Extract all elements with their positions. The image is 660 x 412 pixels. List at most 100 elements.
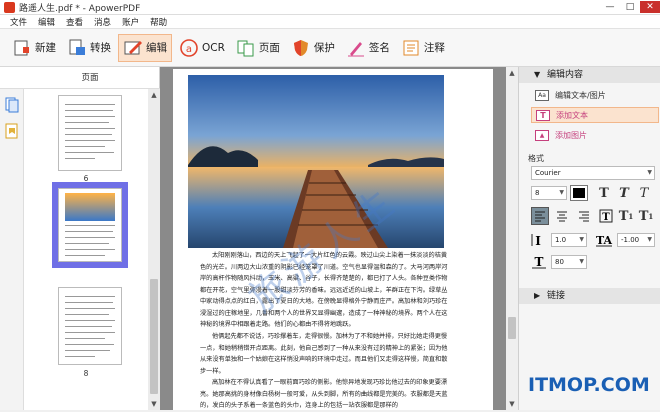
link-section[interactable]: ▶ 链接 [519, 288, 660, 304]
ocr-label: OCR [202, 41, 225, 54]
scrollbar-thumb[interactable] [150, 279, 158, 394]
char-spacing-icon: TA [596, 234, 613, 247]
signature-label: 签名 [368, 42, 390, 54]
subscript-button[interactable]: T1 [637, 207, 655, 225]
horizontal-scale-icon: T [532, 255, 546, 269]
menu-account[interactable]: 账户 [122, 16, 139, 28]
document-scrollbar[interactable]: ▲ ▼ [506, 67, 518, 410]
thumbnail-scrollbar[interactable]: ▲ ▼ [148, 89, 160, 410]
align-left-icon [535, 211, 545, 222]
font-family-select[interactable]: Courier ▼ [531, 166, 655, 180]
new-doc-icon [14, 40, 29, 55]
thumbnail-list: 6 7 8 [24, 89, 148, 410]
text-image-icon: Aa [535, 89, 549, 101]
menu-help[interactable]: 帮助 [150, 16, 167, 28]
edit-label: 编辑 [146, 42, 167, 54]
add-image-item[interactable]: ▲ 添加图片 [531, 127, 659, 143]
comment-button[interactable]: 注释 [397, 34, 449, 62]
edit-content-section[interactable]: ▼ 编辑内容 [519, 67, 660, 83]
menu-bar: 文件 编辑 查看 消息 账户 帮助 [0, 15, 660, 29]
menu-file[interactable]: 文件 [10, 16, 27, 28]
add-text-icon: T [536, 109, 550, 121]
thumbnail-number: 8 [83, 369, 89, 378]
add-text-item[interactable]: T 添加文本 [531, 107, 659, 123]
char-spacing-select[interactable]: -1.00 ▼ [617, 233, 655, 247]
minimize-button[interactable]: — [600, 1, 620, 13]
protect-button[interactable]: 保护 [287, 34, 339, 62]
oblique-button[interactable]: T [635, 184, 653, 202]
scroll-up-arrow[interactable]: ▲ [148, 89, 160, 101]
scale-select[interactable]: 80 ▼ [551, 255, 587, 269]
justify-button[interactable]: T [597, 207, 615, 225]
thumbnail-panel-title: 页面 [0, 67, 160, 89]
scroll-down-arrow[interactable]: ▼ [506, 398, 518, 410]
scale-value: 80 [555, 258, 564, 266]
align-right-button[interactable] [575, 207, 593, 225]
thumbnail-page-7[interactable] [58, 188, 122, 262]
scroll-down-arrow[interactable]: ▼ [148, 398, 160, 410]
svg-text:TA: TA [596, 234, 613, 247]
menu-edit[interactable]: 编辑 [38, 16, 55, 28]
close-button[interactable]: ✕ [640, 1, 660, 13]
side-icon-strip [0, 89, 24, 410]
properties-panel: ▼ 编辑内容 Aa 编辑文本/图片 T 添加文本 ▲ 添加图片 格式 Couri… [518, 67, 660, 410]
superscript-button[interactable]: T1 [617, 207, 635, 225]
convert-label: 转换 [90, 42, 111, 54]
align-center-button[interactable] [553, 207, 571, 225]
thumbnail-page-6[interactable] [58, 95, 122, 171]
ocr-icon: a [180, 38, 198, 57]
font-color-picker[interactable] [570, 185, 588, 201]
align-left-button[interactable] [531, 207, 549, 225]
pages-panel-icon[interactable] [5, 97, 19, 113]
scroll-up-arrow[interactable]: ▲ [506, 67, 518, 79]
signature-button[interactable]: 签名 [342, 34, 394, 62]
align-center-icon [557, 211, 567, 222]
char-spacing-value: -1.00 [621, 236, 640, 244]
edit-button[interactable]: 编辑 [118, 33, 172, 62]
thumbnail-page-8[interactable] [58, 287, 122, 365]
pdf-page: 太阳刚刚落山，西边的天上飞起了一大片红色的云霞。映过山尖上染着一抹淡淡的桔黄色的… [173, 69, 493, 410]
new-button[interactable]: 新建 [8, 34, 60, 62]
menu-view[interactable]: 查看 [66, 16, 83, 28]
new-label: 新建 [35, 42, 56, 54]
font-size-select[interactable]: 8 ▼ [531, 186, 567, 200]
protect-label: 保护 [313, 42, 335, 54]
svg-text:a: a [186, 44, 192, 55]
window-title: 路遥人生.pdf * - ApowerPDF [19, 3, 141, 14]
font-family-value: Courier [535, 169, 561, 177]
add-image-icon: ▲ [535, 129, 549, 141]
paragraph-2[interactable]: 他俩起先都不说话，巧珍撑着车，走得很慢。加林为了不和她并排，只好比她走得更慢一点… [200, 331, 448, 377]
toolbar: 新建 转换 编辑 a OCR 页面 保护 签名 注释 [0, 29, 660, 67]
line-spacing-icon: I [531, 234, 541, 247]
edit-text-image-item[interactable]: Aa 编辑文本/图片 [531, 87, 659, 103]
shield-icon [293, 39, 308, 56]
maximize-button[interactable]: □ [620, 1, 640, 13]
line-spacing-value: 1.0 [555, 236, 567, 244]
pages-icon [237, 40, 254, 56]
comment-icon [403, 40, 419, 55]
text-style-normal-button[interactable]: T [595, 184, 613, 202]
pages-button[interactable]: 页面 [232, 34, 284, 62]
thumbnail-panel: 页面 6 7 8 ▲ ▼ [0, 67, 160, 410]
align-right-icon [579, 211, 589, 222]
line-spacing-select[interactable]: 1.0 ▼ [551, 233, 587, 247]
chevron-down-icon: ▼ [534, 70, 541, 79]
paragraph-3[interactable]: 高加林在不得认真看了一眼前面巧珍的侧影。他惊异地发现巧珍比他过去的印象更要漂亮。… [200, 377, 448, 412]
site-watermark: ITMOP.COM [528, 374, 650, 396]
text-box-icon: T [599, 209, 613, 223]
convert-button[interactable]: 转换 [63, 34, 115, 62]
edit-content-title: 编辑内容 [547, 70, 584, 80]
svg-text:I: I [535, 234, 541, 247]
add-image-label: 添加图片 [555, 130, 587, 140]
app-logo-icon [4, 1, 15, 13]
link-section-title: 链接 [547, 291, 566, 301]
svg-text:T: T [535, 255, 544, 269]
menu-messages[interactable]: 消息 [94, 16, 111, 28]
svg-text:T: T [602, 212, 610, 223]
italic-button[interactable]: T [615, 184, 633, 202]
bookmark-panel-icon[interactable] [5, 123, 19, 139]
title-bar: 路遥人生.pdf * - ApowerPDF — □ ✕ [0, 0, 660, 15]
ocr-button[interactable]: a OCR [175, 34, 229, 62]
scrollbar-thumb[interactable] [508, 317, 516, 339]
pages-label: 页面 [258, 42, 280, 54]
